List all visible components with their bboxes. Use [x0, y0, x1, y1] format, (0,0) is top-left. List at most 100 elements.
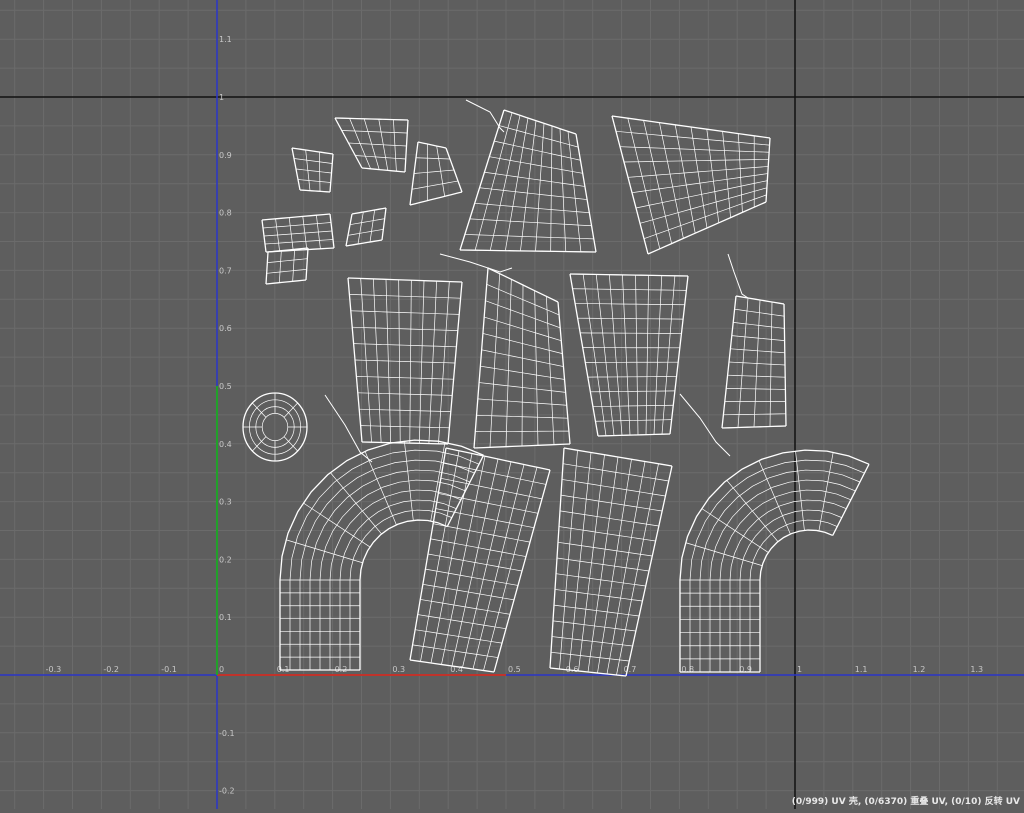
uv-edge [595, 420, 671, 422]
uv-edge [580, 333, 681, 334]
v-tick-label: 0.1 [219, 613, 232, 622]
uv-edge [522, 285, 523, 446]
uv-edge [720, 490, 851, 672]
v-tick-label: 1.1 [219, 35, 232, 44]
uv-edge [300, 190, 330, 192]
v-tick-label: 0.5 [219, 382, 232, 391]
uv-edge [558, 542, 652, 556]
uv-edge [460, 110, 504, 250]
uv-edge [573, 289, 687, 291]
uv-edge [266, 252, 268, 284]
uv-edge [612, 116, 648, 254]
u-tick-label: 1.2 [913, 665, 926, 674]
uv-edge [410, 192, 462, 205]
v-tick-label: 0.7 [219, 266, 232, 275]
uv-seam-tail [440, 254, 512, 272]
uv-0-1-boundary [0, 0, 1024, 809]
uv-edge [598, 434, 670, 436]
uv-edge [264, 231, 332, 236]
uv-edge [560, 129, 566, 252]
uv-edge [546, 296, 554, 444]
uv-edge [420, 599, 510, 614]
v-tick-label: 0.8 [219, 209, 232, 218]
uv-edge [553, 621, 636, 631]
uv-edge [474, 268, 488, 448]
u-tick-label: 1 [797, 665, 802, 674]
v-tick-label: 1 [219, 93, 224, 102]
uv-edge [593, 405, 673, 406]
uv-shell[interactable] [722, 296, 786, 428]
uv-edge [348, 278, 462, 282]
uv-edge [675, 125, 695, 233]
uv-edge [425, 569, 518, 585]
uv-edge [738, 134, 742, 213]
uv-edge [418, 615, 506, 629]
uv-edge [362, 168, 405, 172]
v-tick-label: 0.3 [219, 498, 232, 507]
u-tick-label: -0.3 [46, 665, 62, 674]
uv-edge [290, 450, 479, 670]
uv-edge [433, 524, 530, 542]
uv-edge [726, 388, 785, 389]
u-tick-label: 0 [219, 665, 224, 674]
u-tick-label: 1.1 [855, 665, 868, 674]
uv-edge [632, 174, 768, 193]
uv-edge [346, 240, 382, 246]
uv-edge [648, 202, 766, 254]
u-tick-label: -0.1 [161, 665, 177, 674]
uv-edge [350, 219, 385, 225]
uv-edge [561, 495, 662, 511]
uv-edge [335, 118, 408, 120]
uv-edge [499, 126, 578, 148]
uv-edge [436, 509, 534, 528]
uv-editor-viewport[interactable]: -0.3-0.2-0.100.10.20.30.40.50.60.70.80.9… [0, 0, 1024, 809]
uv-edge [559, 527, 656, 541]
uv-edge [320, 480, 465, 670]
uv-edge [490, 115, 520, 250]
uv-edge [292, 148, 333, 154]
uv-edge [640, 188, 767, 224]
uv-shell[interactable] [410, 142, 462, 205]
uv-edge [560, 511, 659, 526]
uv-shell[interactable] [266, 248, 308, 284]
uv-edge [342, 131, 408, 134]
uv-canvas[interactable]: -0.3-0.2-0.100.10.20.30.40.50.60.70.80.9… [0, 0, 1024, 809]
uv-edge [354, 344, 457, 347]
uv-edge [504, 110, 576, 134]
uv-edge [564, 448, 672, 466]
uv-edge [475, 203, 590, 212]
uv-edge [710, 480, 855, 672]
uv-edge [575, 303, 685, 304]
uv-edge [505, 118, 528, 251]
uv-edge [551, 126, 552, 251]
uv-edge [612, 116, 770, 138]
uv-shell[interactable] [612, 116, 770, 254]
uv-edge [578, 318, 683, 319]
uv-edge [480, 188, 588, 200]
uv-edge [551, 652, 629, 661]
uv-edge [349, 294, 460, 298]
u-tick-label: -0.2 [103, 665, 119, 674]
uv-edge [460, 250, 596, 252]
uv-shell[interactable] [346, 208, 386, 246]
uv-edge [489, 157, 582, 174]
uv-shells[interactable] [243, 100, 869, 676]
uv-shell[interactable] [550, 448, 672, 676]
uv-shell[interactable] [348, 278, 462, 444]
uv-shell[interactable] [410, 448, 550, 672]
uv-edge [349, 143, 407, 146]
uv-edge [358, 212, 363, 244]
uv-edge [685, 543, 762, 566]
uv-edge [644, 120, 672, 243]
uv-shell[interactable] [474, 268, 570, 448]
uv-shell[interactable] [460, 110, 596, 252]
uv-shell[interactable] [262, 214, 334, 252]
uv-edge [355, 360, 455, 363]
uv-edge [415, 630, 502, 643]
uv-edge [536, 123, 544, 251]
u-tick-label: 0.3 [392, 665, 405, 674]
uv-edge [562, 479, 665, 496]
uv-edge [583, 274, 606, 436]
uv-edge [416, 158, 450, 159]
uv-shell[interactable] [570, 274, 688, 436]
